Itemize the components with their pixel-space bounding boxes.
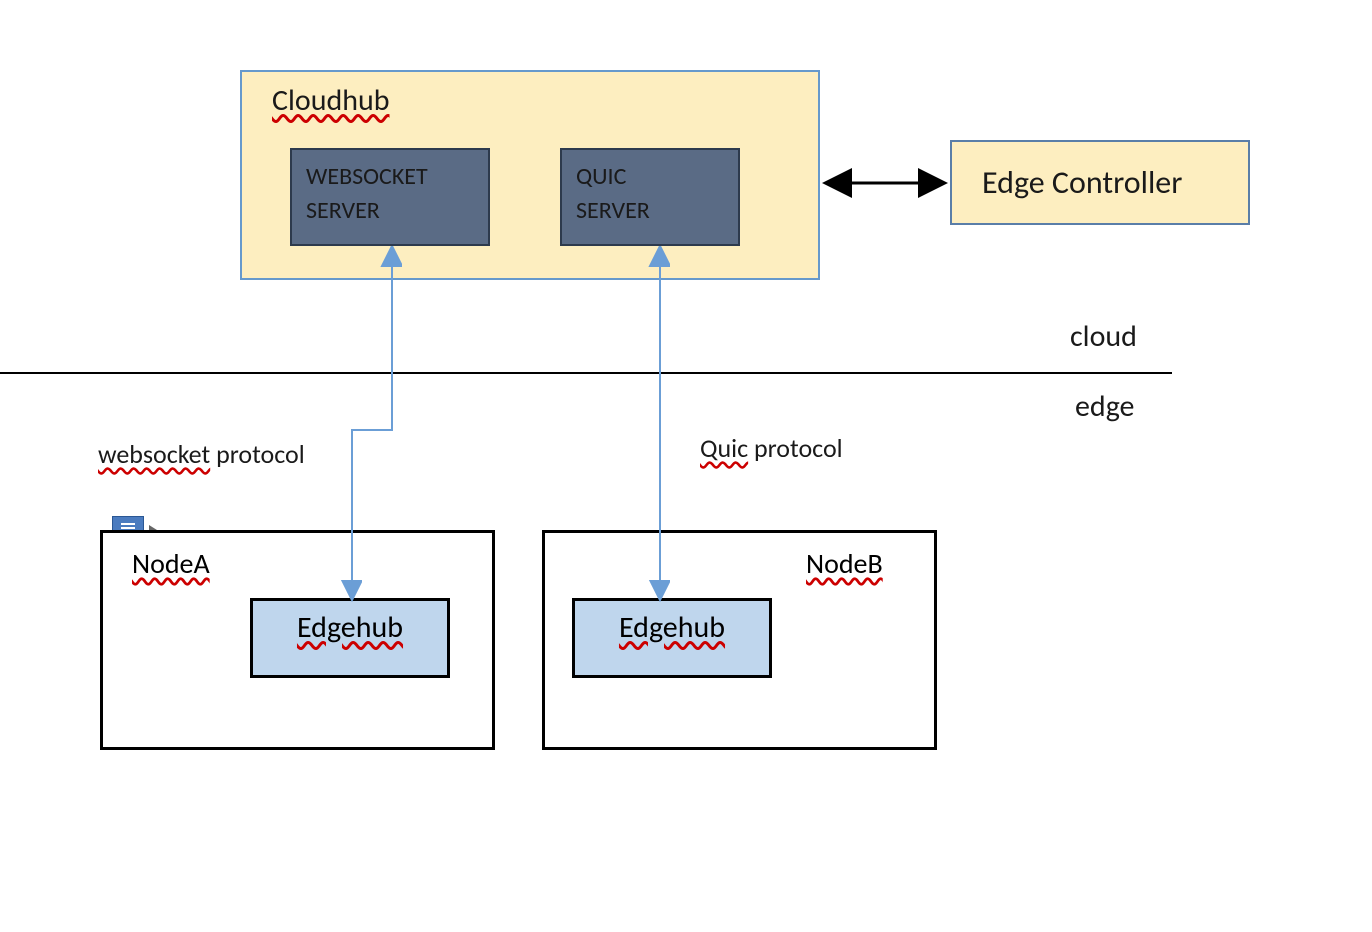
websocket-connection-arrow [0,0,1372,932]
